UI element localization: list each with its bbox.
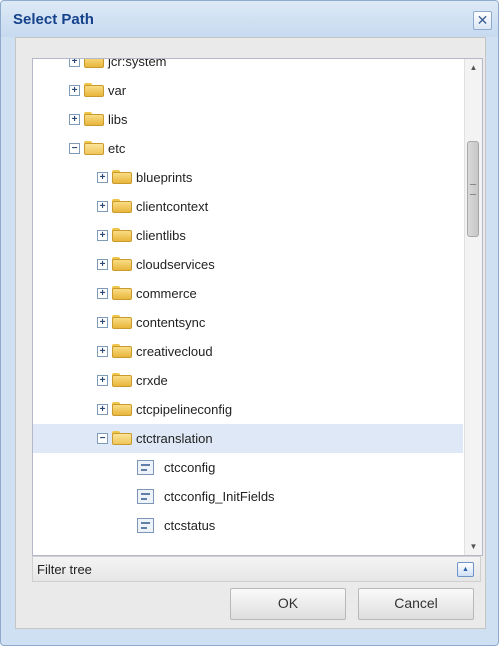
expand-icon[interactable]: + [97, 346, 108, 357]
folder-icon [112, 199, 132, 213]
folder-icon [112, 373, 132, 387]
tree-node-label: commerce [136, 286, 197, 301]
tree-node[interactable]: + contentsync [33, 308, 463, 337]
folder-icon [84, 112, 104, 126]
tree-node-label: crxde [136, 373, 168, 388]
collapse-icon[interactable]: − [97, 433, 108, 444]
dialog-titlebar[interactable]: Select Path ✕ [1, 1, 498, 37]
tree-node[interactable]: + blueprints [33, 163, 463, 192]
tree-node-label: cloudservices [136, 257, 215, 272]
tree-node-label: var [108, 83, 127, 98]
folder-open-icon [84, 141, 104, 155]
expand-icon[interactable]: + [97, 201, 108, 212]
select-path-dialog: Select Path ✕ + jcr:system + var + libs − etc + b… [0, 0, 499, 646]
tree-node-label: ctcconfig_InitFields [164, 489, 275, 504]
folder-icon [84, 59, 104, 68]
tree-node[interactable]: + var [33, 76, 463, 105]
path-tree: + jcr:system + var + libs − etc + blueprints + clie… [33, 58, 463, 540]
expand-icon[interactable]: + [97, 404, 108, 415]
filter-expand-icon[interactable]: ▲ [457, 562, 474, 577]
tree-node-label: clientcontext [136, 199, 209, 214]
tree-node-label: libs [108, 112, 128, 127]
expand-icon[interactable]: + [69, 85, 80, 96]
close-icon[interactable]: ✕ [473, 11, 492, 30]
folder-open-icon [112, 431, 132, 445]
dialog-title: Select Path [13, 11, 94, 28]
tree-node[interactable]: + jcr:system [33, 58, 463, 76]
document-icon [137, 518, 154, 533]
folder-icon [112, 170, 132, 184]
expand-icon[interactable]: + [97, 288, 108, 299]
tree-node-label: contentsync [136, 315, 206, 330]
tree-node-label: etc [108, 141, 126, 156]
tree-node[interactable]: ctcconfig [33, 453, 463, 482]
tree-node[interactable]: + creativecloud [33, 337, 463, 366]
expand-icon[interactable]: + [97, 230, 108, 241]
tree-node[interactable]: + clientlibs [33, 221, 463, 250]
tree-scrollbar[interactable]: ▲ ▼ [464, 59, 482, 555]
tree-node-label: ctctranslation [136, 431, 213, 446]
tree-node-label: clientlibs [136, 228, 186, 243]
tree-node-label: ctcpipelineconfig [136, 402, 233, 417]
tree-node[interactable]: + cloudservices [33, 250, 463, 279]
document-icon [137, 489, 154, 504]
tree-node[interactable]: + libs [33, 105, 463, 134]
tree-node[interactable]: − ctctranslation [33, 424, 463, 453]
path-tree-panel: + jcr:system + var + libs − etc + blueprints + clie… [32, 58, 483, 556]
tree-node-label: jcr:system [108, 58, 167, 69]
folder-icon [112, 402, 132, 416]
tree-node[interactable]: + clientcontext [33, 192, 463, 221]
tree-node[interactable]: ctcconfig_InitFields [33, 482, 463, 511]
filter-tree-bar[interactable]: Filter tree ▲ [32, 556, 481, 582]
document-icon [137, 460, 154, 475]
filter-tree-label: Filter tree [37, 562, 92, 577]
tree-node[interactable]: + ctcpipelineconfig [33, 395, 463, 424]
folder-icon [112, 315, 132, 329]
scroll-thumb[interactable] [467, 141, 479, 237]
tree-node[interactable]: + crxde [33, 366, 463, 395]
collapse-icon[interactable]: − [69, 143, 80, 154]
expand-icon[interactable]: + [69, 59, 80, 67]
tree-node[interactable]: + commerce [33, 279, 463, 308]
expand-icon[interactable]: + [97, 259, 108, 270]
tree-node-label: ctcstatus [164, 518, 216, 533]
expand-icon[interactable]: + [97, 375, 108, 386]
tree-node[interactable]: ctcstatus [33, 511, 463, 540]
scroll-up-arrow-icon[interactable]: ▲ [465, 59, 482, 76]
scroll-grip-icon [470, 184, 476, 195]
expand-icon[interactable]: + [69, 114, 80, 125]
dialog-body: + jcr:system + var + libs − etc + blueprints + clie… [15, 37, 486, 629]
folder-icon [112, 257, 132, 271]
folder-icon [84, 83, 104, 97]
folder-icon [112, 344, 132, 358]
expand-icon[interactable]: + [97, 172, 108, 183]
scroll-down-arrow-icon[interactable]: ▼ [465, 538, 482, 555]
folder-icon [112, 286, 132, 300]
cancel-button[interactable]: Cancel [358, 588, 474, 620]
tree-node-label: blueprints [136, 170, 193, 185]
expand-icon[interactable]: + [97, 317, 108, 328]
ok-button[interactable]: OK [230, 588, 346, 620]
tree-node-label: creativecloud [136, 344, 213, 359]
tree-node-label: ctcconfig [164, 460, 216, 475]
tree-node[interactable]: − etc [33, 134, 463, 163]
folder-icon [112, 228, 132, 242]
